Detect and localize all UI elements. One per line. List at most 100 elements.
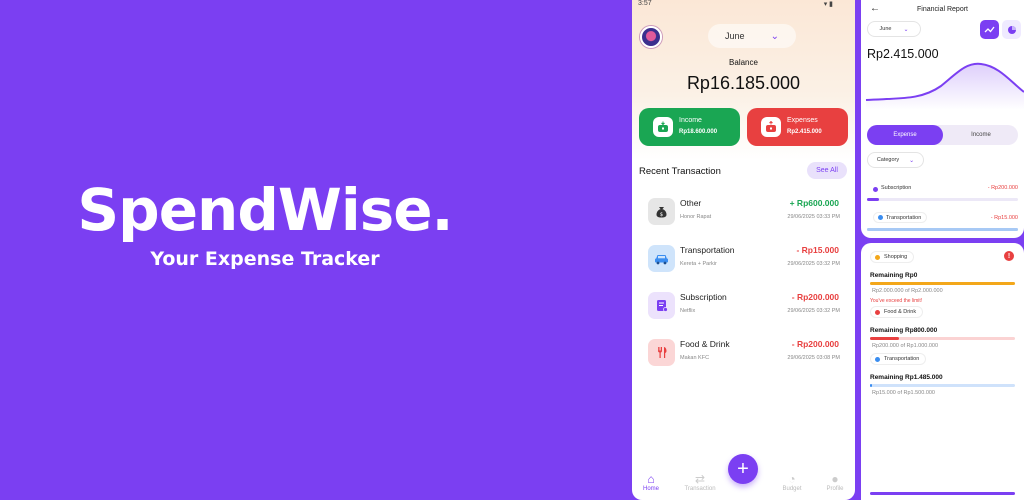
expenses-value: Rp2.415.000 <box>787 129 822 135</box>
category-dot <box>873 187 878 192</box>
budget-fill <box>870 337 899 340</box>
nav-home-label: Home <box>642 486 659 492</box>
category-dot <box>875 254 880 260</box>
nav-transaction[interactable]: ⇄ Transaction <box>676 472 724 492</box>
category-dot <box>875 309 880 315</box>
budget-bar <box>870 384 1015 387</box>
budget-category-pill: Transportation <box>870 353 927 365</box>
nav-transaction-label: Transaction <box>684 486 716 492</box>
home-screen: 3:57 ▾ ▮ June ⌄ Balance Rp16.185.000 Inc… <box>632 0 855 500</box>
month-select[interactable]: June ⌄ <box>708 24 796 48</box>
add-transaction-button[interactable]: + <box>728 454 758 484</box>
transaction-amount: - Rp200.000 <box>791 339 839 349</box>
budget-item[interactable]: Food & Drink Remaining Rp800.000 Rp200.0… <box>870 306 1015 356</box>
budget-of: Rp2.000.000 of Rp2.000.000 <box>872 288 943 294</box>
category-dot <box>875 356 880 362</box>
status-icons: ▾ ▮ <box>823 1 833 8</box>
report-row-fill <box>867 228 1018 231</box>
income-title: Income <box>679 117 702 124</box>
chevron-down-icon: ⌄ <box>903 26 909 33</box>
budget-item[interactable]: Transportation Remaining Rp1.485.000 Rp1… <box>870 353 1015 403</box>
report-row-amount: - Rp15.000 <box>990 215 1018 221</box>
category-select[interactable]: Category ⌄ <box>867 152 924 168</box>
expense-trend-chart <box>865 62 1024 110</box>
transaction-row[interactable]: Subscription Netflix - Rp200.000 29/06/2… <box>648 290 848 324</box>
transaction-row[interactable]: Food & Drink Makan KFC - Rp200.000 29/06… <box>648 337 848 371</box>
expenses-title: Expenses <box>787 117 818 124</box>
hero: SpendWise. Your Expense Tracker <box>30 172 500 270</box>
report-row-fill <box>867 198 880 201</box>
app-title: SpendWise. <box>77 176 453 244</box>
balance-label: Balance <box>729 58 758 67</box>
transaction-name: Transportation <box>680 245 735 255</box>
transaction-row[interactable]: $ Other Honor Rapat + Rp600.000 29/06/20… <box>648 196 848 230</box>
budget-category: Shopping <box>884 254 908 260</box>
budget-of: Rp15.000 of Rp1.500.000 <box>872 390 935 396</box>
nav-profile[interactable]: ● Profile <box>811 472 855 492</box>
subscription-icon <box>648 292 675 319</box>
income-value: Rp18.600.000 <box>679 129 718 135</box>
budget-fill <box>870 282 1015 285</box>
transaction-note: Netflix <box>680 308 696 314</box>
transaction-time: 29/06/2025 03:08 PM <box>787 355 840 361</box>
month-label: June <box>725 31 745 41</box>
report-row-bar <box>867 228 1018 231</box>
transaction-name: Food & Drink <box>680 339 730 349</box>
report-row-pill: Transportation <box>873 212 928 223</box>
report-row[interactable]: Transportation - Rp15.000 <box>867 212 1018 233</box>
report-tabs: Expense Income <box>867 125 1018 145</box>
category-label: Category <box>876 157 900 163</box>
category-dot <box>878 215 883 220</box>
budget-bar <box>870 337 1015 340</box>
budget-remaining: Remaining Rp1.485.000 <box>870 374 943 381</box>
transaction-time: 29/06/2025 03:32 PM <box>787 308 840 314</box>
budget-remaining: Remaining Rp0 <box>870 272 918 279</box>
chevron-down-icon: ⌄ <box>770 30 779 42</box>
nav-home[interactable]: ⌂ Home <box>632 472 675 492</box>
recent-transaction-title: Recent Transaction <box>639 166 721 177</box>
transaction-time: 29/06/2025 03:32 PM <box>787 261 840 267</box>
budget-remaining: Remaining Rp800.000 <box>870 327 938 334</box>
report-month-select[interactable]: June ⌄ <box>867 21 921 37</box>
status-time: 3:57 <box>638 0 652 7</box>
nav-budget[interactable]: ◔ Budget <box>768 472 816 492</box>
tab-income[interactable]: Income <box>943 125 1019 145</box>
income-card[interactable]: Income Rp18.600.000 <box>639 108 740 146</box>
app-subtitle: Your Expense Tracker <box>150 248 380 270</box>
see-all-button[interactable]: See All <box>807 162 847 179</box>
report-row-bar <box>867 198 1018 201</box>
wallet-in-icon <box>653 117 673 137</box>
transaction-note: Makan KFC <box>680 355 710 361</box>
tab-expense[interactable]: Expense <box>867 125 943 145</box>
transaction-row[interactable]: Transportation Kereta + Parkir - Rp15.00… <box>648 243 848 277</box>
transaction-note: Kereta + Parkir <box>680 261 717 267</box>
transaction-note: Honor Rapat <box>680 214 712 220</box>
pie-chart-toggle-icon[interactable] <box>1002 20 1021 39</box>
report-row-name: Transportation <box>886 214 922 221</box>
wallet-out-icon <box>761 117 781 137</box>
transaction-amount: - Rp200.000 <box>791 292 839 302</box>
transaction-amount: - Rp15.000 <box>796 245 839 255</box>
budget-category-pill: Food & Drink <box>870 306 924 318</box>
home-indicator <box>870 492 1015 495</box>
budget-bar <box>870 282 1015 285</box>
chevron-down-icon: ⌄ <box>909 157 915 164</box>
avatar[interactable] <box>640 26 662 48</box>
report-title: Financial Report <box>917 6 968 13</box>
budget-screen: ! Shopping Remaining Rp0 Rp2.000.000 of … <box>861 243 1024 500</box>
home-icon: ⌂ <box>647 472 655 486</box>
report-month-label: June <box>879 26 892 32</box>
budget-icon: ◔ <box>788 472 796 486</box>
car-icon <box>648 245 675 272</box>
budget-of: Rp200.000 of Rp1.000.000 <box>872 343 939 349</box>
report-row[interactable]: Subscription - Rp200.000 <box>867 185 1018 203</box>
transaction-time: 29/06/2025 03:33 PM <box>787 214 840 220</box>
nav-profile-label: Profile <box>826 486 844 492</box>
line-chart-toggle-icon[interactable] <box>980 20 999 39</box>
budget-category: Transportation <box>884 356 920 362</box>
expenses-card[interactable]: Expenses Rp2.415.000 <box>747 108 848 146</box>
profile-icon: ● <box>831 472 839 486</box>
transaction-name: Subscription <box>680 292 727 302</box>
budget-item[interactable]: Shopping Remaining Rp0 Rp2.000.000 of Rp… <box>870 251 1015 304</box>
transaction-name: Other <box>680 198 702 208</box>
